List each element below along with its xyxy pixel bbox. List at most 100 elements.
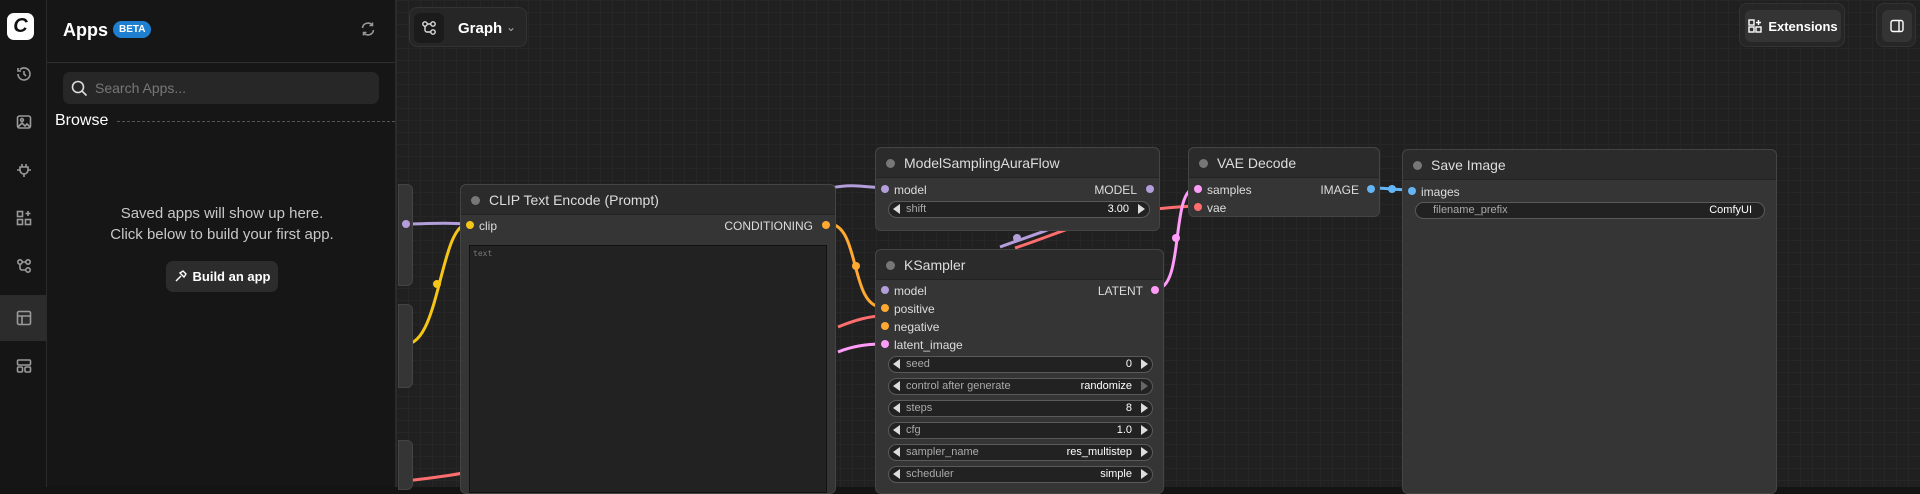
widget-value: res_multistep (1066, 446, 1132, 458)
collapse-dot[interactable] (886, 261, 895, 270)
input-label: images (1421, 185, 1460, 199)
node-header[interactable]: KSampler (876, 250, 1163, 280)
node-header[interactable]: CLIP Text Encode (Prompt) (461, 185, 835, 215)
extensions-button[interactable]: Extensions (1745, 10, 1841, 42)
search-icon (71, 80, 88, 97)
widget-value: simple (1100, 468, 1132, 480)
sidebar-item-history[interactable] (0, 51, 47, 97)
node-ksampler[interactable]: KSampler model LATENT positive negative … (875, 249, 1164, 494)
graph-tab-label: Graph (458, 20, 503, 37)
node-model-sampling-auraflow[interactable]: ModelSamplingAuraFlow model MODEL shift 3… (875, 147, 1160, 231)
chevron-down-icon[interactable]: ⌄ (506, 20, 516, 34)
input-slot-samples[interactable] (1194, 185, 1202, 193)
search-box[interactable] (63, 72, 379, 104)
output-label: IMAGE (1320, 183, 1359, 197)
extensions-label: Extensions (1768, 18, 1838, 34)
output-slot-conditioning[interactable] (822, 221, 830, 229)
search-input[interactable] (95, 72, 365, 104)
widget-value: randomize (1080, 380, 1132, 392)
seed-widget[interactable]: seed 0 (888, 356, 1153, 373)
input-label: model (894, 183, 927, 197)
sampler-name-widget[interactable]: sampler_name res_multistep (888, 444, 1153, 461)
collapse-dot[interactable] (1413, 161, 1422, 170)
apps-layout-icon (16, 310, 31, 326)
increment-arrow[interactable] (1141, 469, 1148, 479)
refresh-icon[interactable] (359, 20, 377, 43)
widget-label: shift (906, 203, 927, 215)
scheduler-widget[interactable]: scheduler simple (888, 466, 1153, 483)
widget-label: sampler_name (906, 446, 979, 458)
puzzle-icon (1748, 19, 1763, 33)
sidebar-item-templates[interactable] (0, 343, 47, 389)
output-slot-latent[interactable] (1151, 286, 1159, 294)
widget-label: filename_prefix (1433, 204, 1508, 216)
build-app-label: Build an app (192, 269, 271, 284)
decrement-arrow[interactable] (893, 204, 900, 214)
build-app-button[interactable]: Build an app (166, 261, 278, 292)
collapse-dot[interactable] (1199, 159, 1208, 168)
input-label: vae (1207, 201, 1227, 215)
input-label: samples (1207, 183, 1252, 197)
input-slot-latent-image[interactable] (881, 340, 889, 348)
history-icon (16, 67, 31, 81)
output-label: CONDITIONING (724, 219, 813, 233)
toggle-right-panel-button[interactable] (1882, 10, 1912, 42)
increment-arrow[interactable] (1141, 425, 1148, 435)
offscreen-node-stub[interactable] (398, 440, 413, 490)
beta-badge: BETA (113, 21, 152, 38)
cfg-widget[interactable]: cfg 1.0 (888, 422, 1153, 439)
decrement-arrow[interactable] (893, 359, 900, 369)
comfy-logo[interactable]: C (7, 13, 34, 40)
input-slot-clip[interactable] (466, 221, 474, 229)
node-clip-text-encode[interactable]: CLIP Text Encode (Prompt) clip CONDITION… (460, 184, 836, 494)
shift-widget[interactable]: shift 3.00 (888, 201, 1150, 218)
sidebar-item-apps[interactable] (0, 295, 47, 341)
output-slot-image[interactable] (1367, 185, 1375, 193)
decrement-arrow[interactable] (893, 381, 900, 391)
sidebar-item-models[interactable] (0, 147, 47, 193)
node-header[interactable]: VAE Decode (1189, 148, 1379, 178)
steps-widget[interactable]: steps 8 (888, 400, 1153, 417)
decrement-arrow[interactable] (893, 469, 900, 479)
node-save-image[interactable]: Save Image images filename_prefix ComfyUI (1402, 149, 1777, 494)
image-icon (16, 115, 31, 129)
sidebar-item-workflows[interactable] (0, 243, 47, 289)
input-slot-vae[interactable] (1194, 203, 1202, 211)
sidebar-rail: C (0, 0, 47, 487)
increment-arrow[interactable] (1141, 447, 1148, 457)
input-slot-model[interactable] (881, 185, 889, 193)
input-slot-negative[interactable] (881, 322, 889, 330)
panel-divider (47, 62, 397, 63)
output-slot-model[interactable] (1146, 185, 1154, 193)
browse-heading: Browse (55, 112, 109, 129)
control-after-generate-widget[interactable]: control after generate randomize (888, 378, 1153, 395)
input-slot-model[interactable] (881, 286, 889, 294)
clip-link-dot[interactable] (402, 220, 410, 228)
output-label: LATENT (1097, 284, 1143, 298)
collapse-dot[interactable] (886, 159, 895, 168)
collapse-dot[interactable] (471, 196, 480, 205)
filename-prefix-widget[interactable]: filename_prefix ComfyUI (1415, 202, 1765, 219)
node-vae-decode[interactable]: VAE Decode samples IMAGE vae (1188, 147, 1380, 217)
graph-tab[interactable]: Graph ⌄ (409, 7, 527, 47)
increment-arrow[interactable] (1138, 204, 1145, 214)
input-label: clip (479, 219, 498, 233)
input-slot-positive[interactable] (881, 304, 889, 312)
offscreen-node-stub[interactable] (398, 304, 413, 388)
decrement-arrow[interactable] (893, 447, 900, 457)
offscreen-node-stub[interactable] (398, 184, 413, 286)
input-slot-images[interactable] (1408, 187, 1416, 195)
widget-value: 8 (1125, 402, 1132, 414)
hammer-icon (175, 270, 187, 282)
prompt-textarea[interactable]: text (469, 245, 827, 493)
panel-title: Apps (63, 20, 108, 40)
decrement-arrow[interactable] (893, 403, 900, 413)
increment-arrow[interactable] (1141, 359, 1148, 369)
decrement-arrow[interactable] (893, 425, 900, 435)
sidebar-item-node-library[interactable] (0, 195, 47, 241)
sidebar-item-media[interactable] (0, 99, 47, 145)
increment-arrow[interactable] (1141, 403, 1148, 413)
increment-arrow[interactable] (1141, 381, 1148, 391)
node-header[interactable]: ModelSamplingAuraFlow (876, 148, 1159, 178)
node-header[interactable]: Save Image (1403, 150, 1776, 180)
